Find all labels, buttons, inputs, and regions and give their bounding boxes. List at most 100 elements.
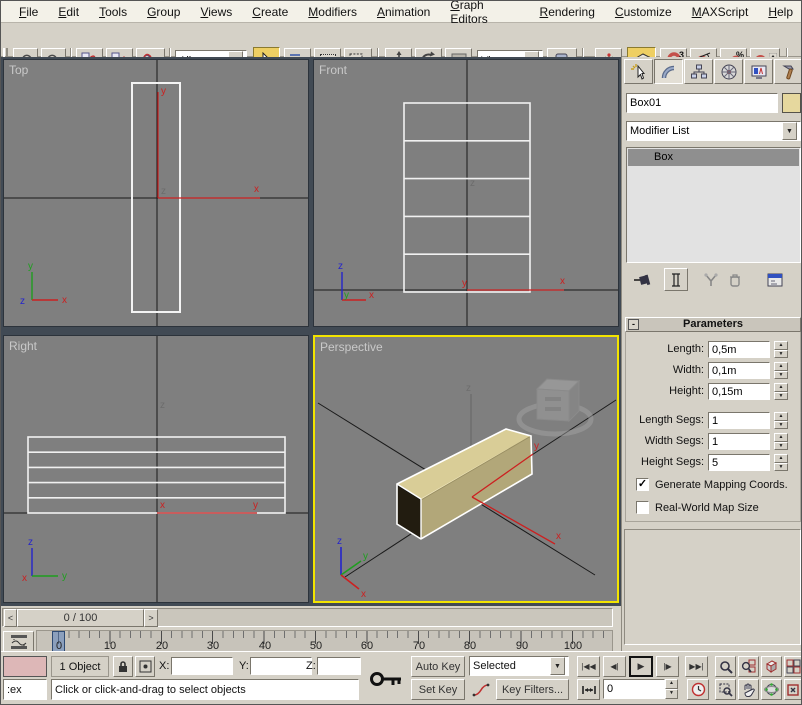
height-segs-field[interactable] xyxy=(708,454,770,471)
region-zoom-button[interactable] xyxy=(715,679,736,700)
y-coordinate-field[interactable] xyxy=(250,657,312,675)
viewport-perspective-label[interactable]: Perspective xyxy=(320,340,383,354)
time-configuration-button[interactable] xyxy=(687,679,709,700)
height-segs-spinner[interactable]: ▲▼ xyxy=(774,454,788,471)
key-filter-scope-dropdown[interactable]: Selected ▼ xyxy=(469,656,569,676)
x-coordinate-field[interactable] xyxy=(171,657,233,675)
configure-modifier-sets-button[interactable] xyxy=(762,269,788,290)
menu-file[interactable]: File xyxy=(9,2,48,22)
maxscript-listener-pane[interactable]: :ex xyxy=(3,679,47,700)
viewport-top[interactable]: Top y x z y x z xyxy=(3,59,309,327)
menu-modifiers[interactable]: Modifiers xyxy=(298,2,367,22)
menu-maxscript[interactable]: MAXScript xyxy=(682,2,759,22)
next-frame-arrow[interactable]: > xyxy=(144,609,158,627)
time-slider-handle[interactable]: 0 / 100 xyxy=(17,609,144,627)
menu-edit[interactable]: Edit xyxy=(48,2,89,22)
menu-tools[interactable]: Tools xyxy=(89,2,137,22)
width-segs-label: Width Segs: xyxy=(622,435,704,447)
zoom-button[interactable] xyxy=(715,656,736,677)
tab-modify[interactable] xyxy=(654,59,683,84)
width-segs-spinner[interactable]: ▲▼ xyxy=(774,433,788,450)
zoom-extents-button[interactable] xyxy=(761,656,782,677)
length-spinner[interactable]: ▲▼ xyxy=(774,341,788,358)
width-segs-field[interactable] xyxy=(708,433,770,450)
menu-create[interactable]: Create xyxy=(242,2,298,22)
remove-modifier-button[interactable] xyxy=(724,269,746,290)
viewport-perspective[interactable]: Perspective z xyxy=(313,335,619,603)
viewport-top-label[interactable]: Top xyxy=(9,63,28,77)
svg-text:x: x xyxy=(22,573,27,584)
tab-display[interactable] xyxy=(744,59,773,84)
real-world-map-size-checkbox[interactable] xyxy=(636,501,649,514)
viewport-perspective-canvas: z y x z y xyxy=(315,337,617,601)
selection-lock-button[interactable] xyxy=(113,656,133,677)
status-bar: :ex 1 Object X: Y: Z: Auto Key Set Key S… xyxy=(1,651,802,705)
parameters-rollout-header[interactable]: - Parameters xyxy=(625,317,801,332)
default-tangent-button[interactable] xyxy=(469,679,493,700)
show-end-result-button[interactable] xyxy=(664,268,688,291)
height-row: Height: ▲▼ xyxy=(622,383,802,401)
zoom-extents-icon xyxy=(764,659,779,674)
rollout-collapse-button[interactable]: - xyxy=(628,319,639,330)
macro-recorder-pane[interactable] xyxy=(3,656,47,677)
z-coordinate-field[interactable] xyxy=(317,657,361,675)
go-to-start-button[interactable]: |◀◀ xyxy=(577,656,600,677)
viewport-right[interactable]: Right x y z z y xyxy=(3,335,309,603)
menu-animation[interactable]: Animation xyxy=(367,2,440,22)
key-filters-button[interactable]: Key Filters... xyxy=(496,679,569,700)
object-color-swatch[interactable] xyxy=(782,93,801,113)
svg-text:y: y xyxy=(363,551,368,562)
key-mode-toggle[interactable] xyxy=(577,679,600,700)
modifier-stack[interactable]: Box xyxy=(626,147,801,263)
tab-utilities[interactable] xyxy=(774,59,802,84)
arc-rotate-button[interactable] xyxy=(761,679,782,700)
modifier-list-dropdown[interactable]: Modifier List ▼ xyxy=(626,121,801,141)
set-key-button[interactable]: Set Key xyxy=(411,679,465,700)
menu-rendering[interactable]: Rendering xyxy=(530,2,605,22)
viewport-front[interactable]: Front y x z z y xyxy=(313,59,619,327)
frame-spinner[interactable]: ▲▼ xyxy=(665,679,678,699)
generate-mapping-coords-checkbox[interactable]: ✓ xyxy=(636,478,649,491)
zoom-extents-all-button[interactable] xyxy=(784,656,802,677)
menu-customize[interactable]: Customize xyxy=(605,2,682,22)
pin-stack-button[interactable] xyxy=(630,269,654,290)
play-button[interactable]: ▶ xyxy=(629,656,653,677)
current-frame-field[interactable] xyxy=(603,679,665,699)
menu-group[interactable]: Group xyxy=(137,2,190,22)
width-field[interactable] xyxy=(708,362,770,379)
go-to-end-button[interactable]: ▶▶| xyxy=(685,656,708,677)
viewport-right-label[interactable]: Right xyxy=(9,339,37,353)
previous-frame-button[interactable]: ◀| xyxy=(603,656,626,677)
make-unique-button[interactable] xyxy=(700,269,722,290)
tab-create[interactable] xyxy=(624,59,653,84)
box-object[interactable] xyxy=(397,429,532,539)
open-mini-curve-editor-button[interactable] xyxy=(3,631,34,653)
stack-item-box[interactable]: Box xyxy=(628,149,799,166)
height-field[interactable] xyxy=(708,383,770,400)
svg-text:y: y xyxy=(534,441,539,452)
listener-text: :ex xyxy=(7,684,22,696)
next-frame-button[interactable]: |▶ xyxy=(656,656,679,677)
height-spinner[interactable]: ▲▼ xyxy=(774,383,788,400)
tab-motion[interactable] xyxy=(714,59,743,84)
absolute-offset-toggle[interactable] xyxy=(135,656,155,677)
viewport-front-label[interactable]: Front xyxy=(319,63,347,77)
length-segs-spinner[interactable]: ▲▼ xyxy=(774,412,788,429)
width-spinner[interactable]: ▲▼ xyxy=(774,362,788,379)
length-field[interactable] xyxy=(708,341,770,358)
zoom-all-button[interactable] xyxy=(738,656,759,677)
chevron-down-icon[interactable]: ▼ xyxy=(550,657,565,675)
chevron-down-icon[interactable]: ▼ xyxy=(782,122,797,140)
auto-key-button[interactable]: Auto Key xyxy=(411,656,465,677)
svg-text:x: x xyxy=(556,531,561,542)
object-name-field[interactable] xyxy=(626,93,778,113)
set-keys-button[interactable] xyxy=(364,657,407,700)
time-slider[interactable]: < 0 / 100 > xyxy=(1,606,615,630)
length-segs-field[interactable] xyxy=(708,412,770,429)
tab-hierarchy[interactable] xyxy=(684,59,713,84)
menu-views[interactable]: Views xyxy=(190,2,242,22)
menu-help[interactable]: Help xyxy=(758,2,802,22)
previous-frame-arrow[interactable]: < xyxy=(4,609,17,627)
maximize-viewport-toggle[interactable] xyxy=(784,679,802,700)
pan-view-button[interactable] xyxy=(738,679,759,700)
